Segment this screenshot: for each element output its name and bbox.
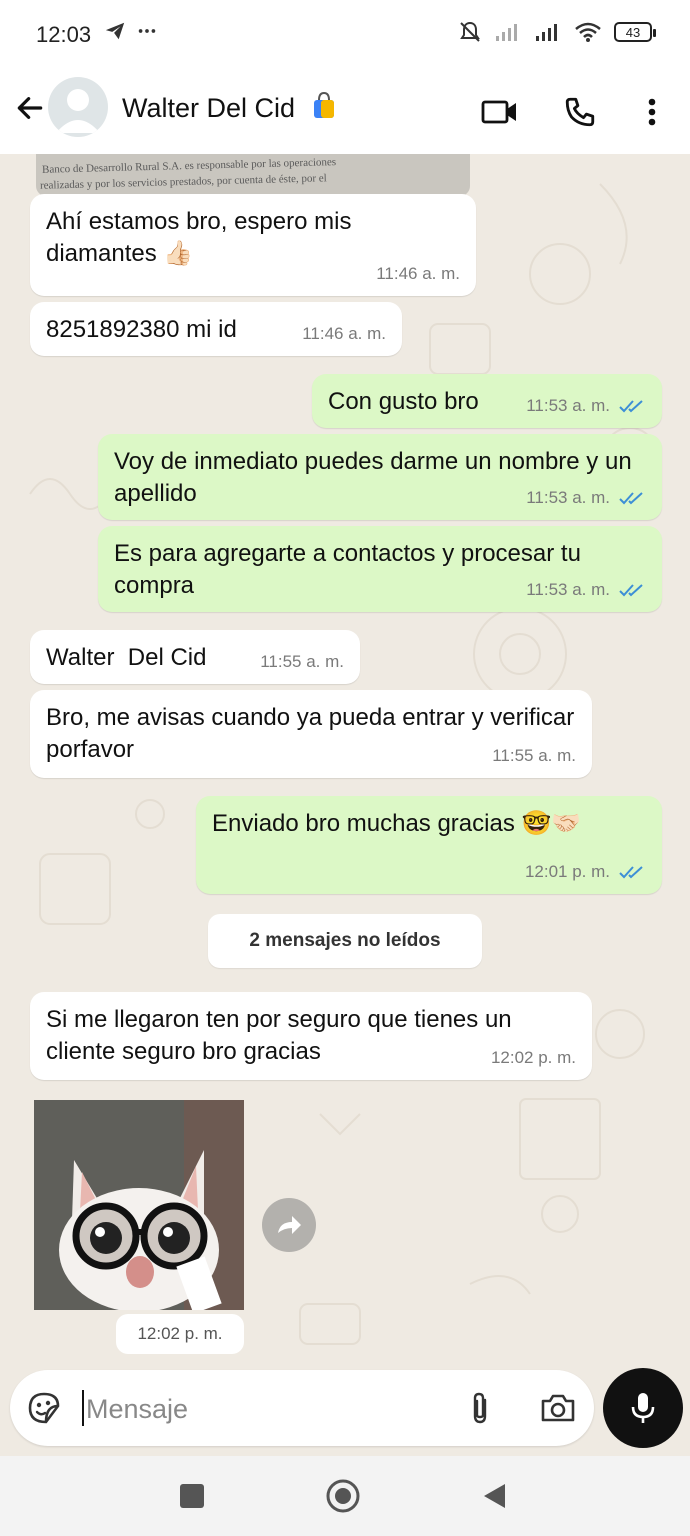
chat-area[interactable]: Banco de Desarrollo Rural S.A. es respon… [0,154,690,1372]
incoming-message[interactable]: Walter Del Cid 11:55 a. m. [30,630,360,684]
message-time: 11:53 a. m. [526,580,610,599]
outgoing-message[interactable]: Con gusto bro 11:53 a. m. [312,374,662,428]
system-nav-bar [0,1456,690,1536]
video-camera-icon [481,100,516,124]
paperclip-icon [473,1392,487,1424]
contact-name-area[interactable]: Walter Del Cid [122,90,339,124]
unread-messages-divider: 2 mensajes no leídos [208,914,482,968]
read-ticks-icon [619,492,643,505]
sticker-time: 12:02 p. m. [116,1314,244,1354]
sticker-face-icon [28,1392,60,1424]
incoming-message[interactable]: Bro, me avisas cuando ya pueda entrar y … [30,690,592,778]
read-ticks-icon [619,400,643,413]
incoming-message[interactable]: Si me llegaron ten por seguro que tienes… [30,992,592,1080]
chat-header: Walter Del Cid [0,70,690,154]
square-icon [180,1484,204,1508]
read-ticks-icon [619,584,643,597]
home-circle-icon [326,1479,360,1513]
message-text: Enviado bro muchas gracias 🤓🤝🏻 [212,810,582,837]
contact-name: Walter Del Cid [122,93,296,123]
voice-call-button[interactable] [558,90,602,134]
message-input[interactable] [84,1386,448,1432]
incoming-message[interactable]: Ahí estamos bro, espero mis diamantes 👍🏻… [30,194,476,296]
more-dots-icon [138,29,156,33]
nerd-cat-sticker-illustration [34,1100,244,1310]
sticker-emoji-button[interactable] [24,1388,64,1428]
camera-icon [541,1394,575,1422]
message-time: 11:46 a. m. [302,324,386,343]
default-avatar-icon [56,89,100,133]
shopping-bag-icon [313,91,334,118]
avatar[interactable] [48,77,108,137]
signal-1-icon [496,24,517,41]
forward-arrow-icon [278,1216,301,1234]
read-ticks-icon [619,866,643,879]
document-image-preview[interactable]: Banco de Desarrollo Rural S.A. es respon… [36,154,470,196]
overflow-menu-button[interactable] [630,90,674,134]
mute-bell-icon [460,21,480,42]
voice-record-button[interactable] [603,1368,683,1448]
home-button[interactable] [323,1476,363,1516]
incoming-message[interactable]: 8251892380 mi id 11:46 a. m. [30,302,402,356]
recent-apps-button[interactable] [172,1476,212,1516]
status-time: 12:03 [36,22,92,47]
outgoing-message[interactable]: Enviado bro muchas gracias 🤓🤝🏻 12:01 p. … [196,796,662,894]
phone-icon [565,97,595,127]
message-time: 12:01 p. m. [524,862,610,881]
composer-bar [10,1370,594,1446]
video-call-button[interactable] [478,90,522,134]
message-time: 11:53 a. m. [526,396,610,415]
message-time: 11:53 a. m. [526,488,610,507]
attach-button[interactable] [460,1388,500,1428]
outgoing-message[interactable]: Voy de inmediato puedes darme un nombre … [98,434,662,520]
message-time: 12:02 p. m. [490,1048,576,1067]
message-time: 11:46 a. m. [376,264,460,283]
system-back-button[interactable] [474,1476,514,1516]
microphone-icon [631,1393,655,1423]
message-time: 11:55 a. m. [260,652,344,671]
message-time: 11:55 a. m. [492,746,576,765]
outgoing-message[interactable]: Es para agregarte a contactos y procesar… [98,526,662,612]
camera-button[interactable] [536,1388,580,1428]
triangle-back-icon [484,1484,505,1508]
sticker-image[interactable] [34,1100,244,1310]
kebab-menu-icon [648,98,656,126]
arrow-left-icon [17,97,43,119]
wifi-icon [575,22,601,42]
status-bar: 12:03 43 [0,0,690,70]
telegram-icon [105,22,125,40]
forward-button[interactable] [262,1198,316,1252]
back-button[interactable] [10,88,50,128]
signal-2-icon [536,24,557,41]
battery-indicator: 43 [614,22,656,42]
